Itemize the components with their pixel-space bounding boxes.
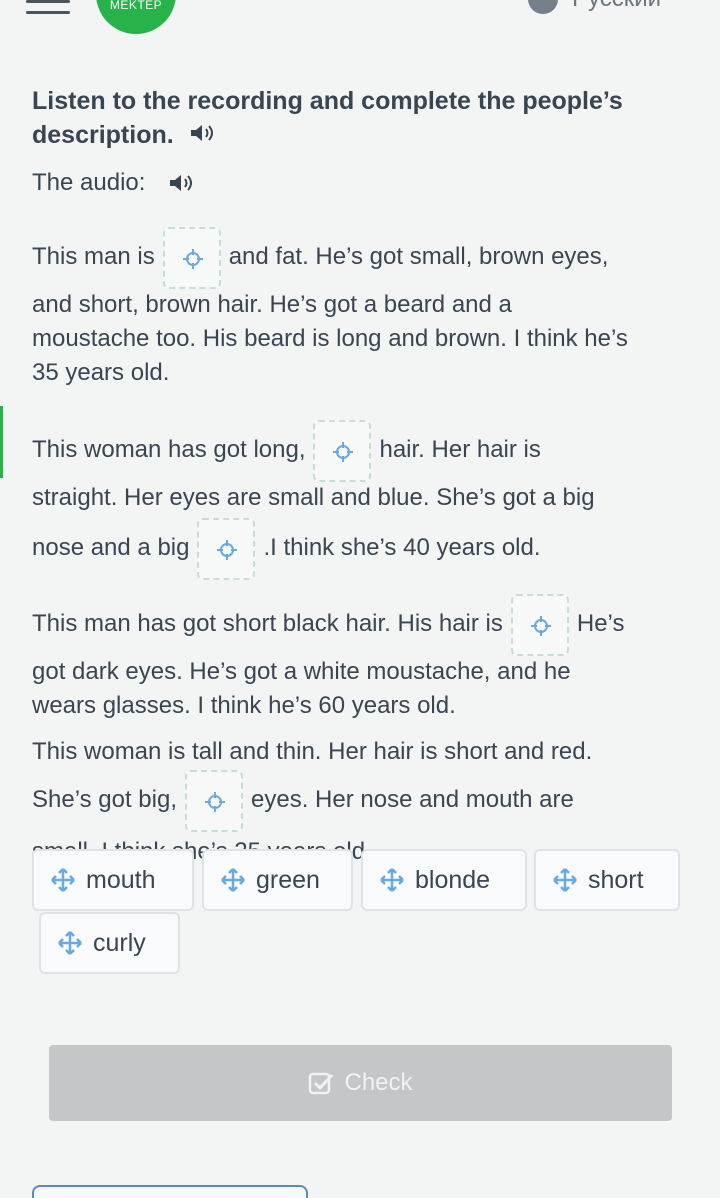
target-icon — [530, 615, 551, 636]
paragraph-2: This woman has got long, hair. Her hair i… — [32, 419, 702, 580]
drop-slot-5[interactable] — [185, 769, 243, 832]
word-chip-green[interactable]: green — [202, 849, 353, 911]
top-bar: MEKTEP Русский — [0, 0, 720, 40]
speaker-icon[interactable] — [190, 123, 216, 143]
drop-slot-3[interactable] — [197, 517, 256, 580]
word-chip-curly[interactable]: curly — [39, 912, 180, 974]
target-icon — [182, 248, 203, 269]
move-icon — [221, 868, 245, 892]
paragraph-line: 35 years old. — [32, 359, 170, 386]
chip-label: curly — [93, 928, 146, 957]
audio-line: The audio: — [32, 166, 702, 200]
paragraph-line: This woman has got long, hair. Her hair i… — [32, 419, 702, 482]
move-icon — [58, 931, 82, 955]
target-icon — [205, 791, 225, 812]
paragraph-line: This woman is tall and thin. Her hair is… — [32, 738, 593, 765]
paragraph-line: straight. Her eyes are small and blue. S… — [32, 484, 595, 511]
text-segment: eyes. Her nose and mouth are — [251, 786, 574, 813]
text-segment: .I think she’s 40 years old. — [263, 534, 541, 561]
chip-label: blonde — [415, 865, 491, 894]
menu-icon[interactable] — [26, 0, 72, 16]
paragraph-3: This man has got short black hair. His h… — [32, 593, 702, 723]
target-icon — [333, 441, 354, 462]
word-chip-mouth[interactable]: mouth — [32, 849, 194, 911]
check-label: Check — [344, 1069, 413, 1096]
word-chip-short[interactable]: short — [534, 849, 680, 911]
paragraph-line: moustache too. His beard is long and bro… — [32, 325, 628, 352]
globe-icon — [528, 0, 558, 14]
chip-label: short — [588, 865, 644, 894]
language-selector[interactable]: Русский — [528, 0, 661, 14]
text-segment: nose and a big — [32, 534, 190, 561]
chip-label: green — [256, 865, 320, 894]
text-segment: hair. Her hair is — [379, 436, 541, 463]
check-button[interactable]: Check — [49, 1045, 672, 1121]
bottom-panel[interactable] — [32, 1185, 308, 1198]
text-segment: He’s — [576, 610, 625, 637]
text-segment: This man is — [32, 243, 155, 270]
chip-label: mouth — [86, 865, 156, 894]
drop-slot-1[interactable] — [162, 226, 221, 289]
paragraph-line: got dark eyes. He’s got a white moustach… — [32, 658, 571, 685]
task-content: Listen to the recording and complete the… — [32, 84, 702, 869]
paragraph-line: and short, brown hair. He’s got a beard … — [32, 291, 512, 318]
move-icon — [553, 868, 577, 892]
paragraph-line: wears glasses. I think he’s 60 years old… — [32, 692, 456, 719]
text-segment: She’s got big, — [32, 786, 177, 813]
paragraph-line: She’s got big, eyes. Her nose and mouth a… — [32, 769, 702, 832]
text-segment: This woman has got long, — [32, 436, 306, 463]
drop-slot-4[interactable] — [510, 593, 569, 656]
move-icon — [380, 868, 404, 892]
paragraph-line: This man is and fat. He’s got small, brow… — [32, 226, 702, 289]
audio-play-icon[interactable] — [169, 173, 195, 193]
drop-slot-2[interactable] — [313, 419, 372, 482]
text-segment: This man has got short black hair. His h… — [32, 610, 503, 637]
logo[interactable]: MEKTEP — [96, 0, 176, 34]
audio-label: The audio: — [32, 169, 146, 196]
task-title-text: Listen to the recording and complete the… — [32, 87, 623, 149]
logo-text: MEKTEP — [109, 0, 163, 12]
task-title: Listen to the recording and complete the… — [32, 84, 702, 152]
text-segment: and fat. He’s got small, brown eyes, — [228, 243, 609, 270]
side-accent — [0, 406, 3, 478]
paragraph-line: This man has got short black hair. His h… — [32, 593, 702, 656]
paragraph-1: This man is and fat. He’s got small, brow… — [32, 226, 702, 390]
target-icon — [217, 539, 238, 560]
word-chip-blonde[interactable]: blonde — [361, 849, 527, 911]
paragraph-line: nose and a big .I think she’s 40 years ol… — [32, 517, 702, 580]
language-label: Русский — [572, 0, 661, 13]
checkbox-icon — [309, 1072, 334, 1095]
move-icon — [51, 868, 75, 892]
